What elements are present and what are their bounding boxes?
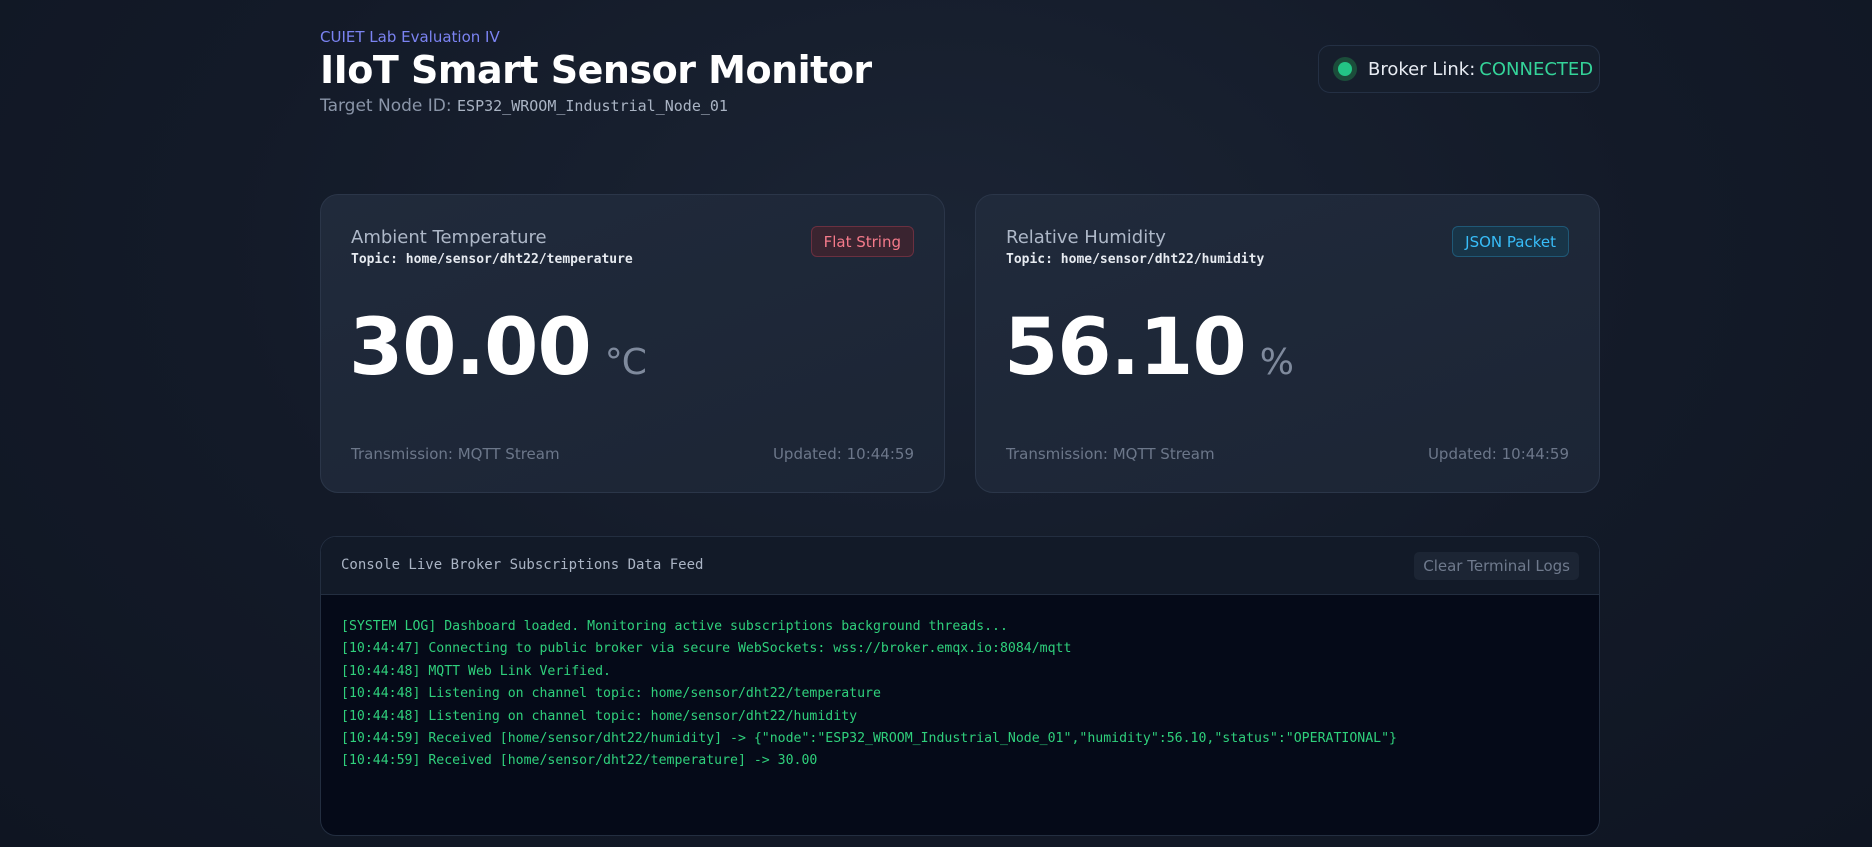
node-id-line: Target Node ID: ESP32_WROOM_Industrial_N… [320,96,728,116]
console-log: [SYSTEM LOG] Dashboard loaded. Monitorin… [341,616,1397,773]
transmission-label: Transmission: MQTT Stream [1006,445,1215,463]
format-badge: Flat String [810,226,914,257]
page-title: IIoT Smart Sensor Monitor [320,48,872,92]
humidity-card: Relative Humidity Topic: home/sensor/dht… [975,194,1600,493]
transmission-label: Transmission: MQTT Stream [351,445,560,463]
log-line: [10:44:47] Connecting to public broker v… [341,641,1072,657]
log-line: [10:44:59] Received [home/sensor/dht22/t… [341,753,818,769]
reading-unit: % [1259,342,1294,383]
broker-status-pill: Broker Link: CONNECTED [1318,45,1600,93]
node-id-value: ESP32_WROOM_Industrial_Node_01 [457,97,728,115]
format-badge: JSON Packet [1452,226,1569,257]
log-line: [10:44:48] Listening on channel topic: h… [341,708,858,724]
card-label: Ambient Temperature [351,227,547,248]
card-label: Relative Humidity [1006,227,1166,248]
reading-unit: °C [604,342,647,383]
console-panel: Console Live Broker Subscriptions Data F… [320,536,1600,836]
log-line: [10:44:48] Listening on channel topic: h… [341,686,881,702]
reading-value-row: 30.00 °C [349,303,647,393]
console-title: Console Live Broker Subscriptions Data F… [341,557,704,573]
reading-value: 56.10 [1004,303,1247,393]
node-id-label: Target Node ID: [320,96,452,116]
status-dot-icon [1333,57,1357,81]
console-header: Console Live Broker Subscriptions Data F… [321,537,1599,595]
eyebrow-label: CUIET Lab Evaluation IV [320,28,500,46]
clear-logs-button[interactable]: Clear Terminal Logs [1414,552,1579,580]
log-line: [SYSTEM LOG] Dashboard loaded. Monitorin… [341,619,1008,634]
updated-timestamp: Updated: 10:44:59 [1427,445,1569,463]
broker-status: CONNECTED [1479,58,1594,80]
log-line: [10:44:59] Received [home/sensor/dht22/h… [341,730,1397,746]
card-topic: Topic: home/sensor/dht22/humidity [1006,252,1265,267]
log-line: [10:44:48] MQTT Web Link Verified. [341,663,611,679]
reading-value-row: 56.10 % [1004,303,1294,393]
card-topic: Topic: home/sensor/dht22/temperature [351,252,633,267]
updated-timestamp: Updated: 10:44:59 [772,445,914,463]
dashboard: CUIET Lab Evaluation IV IIoT Smart Senso… [320,0,1600,847]
broker-label: Broker Link: [1368,58,1476,80]
reading-value: 30.00 [349,303,592,393]
temperature-card: Ambient Temperature Topic: home/sensor/d… [320,194,945,493]
